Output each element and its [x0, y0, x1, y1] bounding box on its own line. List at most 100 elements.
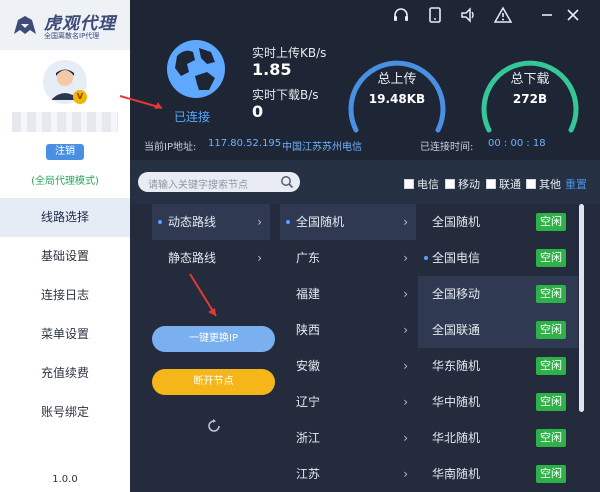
- region-label: 全国随机: [296, 215, 345, 229]
- sidebar-item-basic-settings[interactable]: 基础设置: [0, 237, 130, 276]
- route-type-label: 静态路线: [168, 251, 217, 265]
- refresh-icon[interactable]: [206, 418, 222, 434]
- region-label: 安徽: [296, 359, 321, 373]
- isp-checkbox-mobile[interactable]: 移动: [445, 176, 480, 192]
- region-label: 陕西: [296, 323, 321, 337]
- list-item[interactable]: 全国移动 空闲: [418, 276, 578, 312]
- node-label: 华北随机: [432, 431, 481, 445]
- tablet-icon[interactable]: [426, 6, 444, 24]
- list-item[interactable]: 动态路线 ›: [152, 204, 270, 240]
- warning-icon[interactable]: [493, 6, 513, 24]
- total-download-gauge: [481, 60, 579, 133]
- sidebar-item-menu-settings[interactable]: 菜单设置: [0, 315, 130, 354]
- globe-icon: [167, 40, 225, 98]
- connection-status: 已连接: [174, 110, 211, 124]
- download-speed-value: 0: [252, 102, 264, 121]
- upload-speed-value: 1.85: [252, 60, 292, 79]
- isp-label: 联通: [499, 178, 521, 191]
- change-ip-button[interactable]: 一键更换IP: [152, 326, 275, 352]
- isp-checkbox-other[interactable]: 其他: [526, 176, 561, 192]
- headset-icon[interactable]: [392, 6, 410, 24]
- sidebar-item-route-select[interactable]: 线路选择: [0, 198, 130, 237]
- chevron-right-icon: ›: [403, 251, 408, 265]
- selected-dot-icon: [286, 220, 290, 224]
- isp-checkbox-telecom[interactable]: 电信: [404, 176, 439, 192]
- disconnect-button[interactable]: 断开节点: [152, 369, 275, 395]
- status-badge: 空闲: [536, 213, 566, 231]
- checkbox-icon: [526, 179, 536, 189]
- reset-link[interactable]: 重置: [565, 176, 587, 192]
- search-input[interactable]: 请输入关键字搜索节点: [138, 172, 300, 192]
- isp-label: 移动: [458, 178, 480, 191]
- total-download-label: 总下载: [510, 72, 550, 87]
- sidebar-item-connection-log[interactable]: 连接日志: [0, 276, 130, 315]
- region-label: 辽宁: [296, 395, 321, 409]
- list-item[interactable]: 华中随机 空闲: [418, 384, 578, 420]
- checkbox-icon: [445, 179, 455, 189]
- total-upload-gauge: [348, 60, 446, 133]
- isp-label: 电信: [417, 178, 439, 191]
- list-item[interactable]: 辽宁 ›: [280, 384, 416, 420]
- isp-checkbox-unicom[interactable]: 联通: [486, 176, 521, 192]
- status-badge: 空闲: [536, 285, 566, 303]
- list-item[interactable]: 全国随机 空闲: [418, 204, 578, 240]
- checkbox-icon: [404, 179, 414, 189]
- sound-icon[interactable]: [460, 6, 478, 24]
- list-item[interactable]: 全国联通 空闲: [418, 312, 578, 348]
- list-item[interactable]: 安徽 ›: [280, 348, 416, 384]
- list-item[interactable]: 全国电信 空闲: [418, 240, 578, 276]
- annotation-arrow-icon: [189, 273, 217, 317]
- status-badge: 空闲: [536, 429, 566, 447]
- connected-time-label: 已连接时间:: [420, 142, 474, 153]
- list-item[interactable]: 浙江 ›: [280, 420, 416, 456]
- username-blurred: [12, 112, 118, 132]
- connected-time-value: 00 : 00 : 18: [488, 138, 546, 149]
- list-item[interactable]: 陕西 ›: [280, 312, 416, 348]
- download-speed-label: 实时下载B/s: [252, 88, 319, 102]
- list-item[interactable]: 静态路线 ›: [152, 240, 270, 276]
- proxy-mode-label: (全局代理模式): [31, 176, 99, 187]
- status-badge: 空闲: [536, 465, 566, 483]
- list-item[interactable]: 广东 ›: [280, 240, 416, 276]
- chevron-right-icon: ›: [403, 323, 408, 337]
- sidebar-nav: 线路选择 基础设置 连接日志 菜单设置 充值续费 账号绑定: [0, 198, 130, 432]
- sidebar-item-account-binding[interactable]: 账号绑定: [0, 393, 130, 432]
- node-label: 华东随机: [432, 359, 481, 373]
- list-item[interactable]: 江苏 ›: [280, 456, 416, 492]
- close-icon[interactable]: [564, 6, 582, 24]
- status-badge: 空闲: [536, 393, 566, 411]
- logout-button[interactable]: 注销: [46, 144, 84, 160]
- region-list: 全国随机 › 广东 › 福建 › 陕西 › 安徽 › 辽宁 › 浙江 › 江苏 ›: [280, 204, 416, 492]
- app-subtitle: 全国离散名IP代理: [44, 32, 100, 40]
- checkbox-icon: [486, 179, 496, 189]
- total-download-value: 272B: [512, 92, 548, 106]
- sidebar-item-recharge[interactable]: 充值续费: [0, 354, 130, 393]
- chevron-right-icon: ›: [403, 359, 408, 373]
- node-label: 华南随机: [432, 467, 481, 481]
- search-placeholder: 请输入关键字搜索节点: [148, 180, 248, 191]
- minimize-icon[interactable]: [538, 6, 556, 24]
- vip-badge: V: [73, 90, 87, 104]
- list-item[interactable]: 华东随机 空闲: [418, 348, 578, 384]
- route-type-label: 动态路线: [168, 215, 217, 229]
- list-item[interactable]: 福建 ›: [280, 276, 416, 312]
- total-upload-label: 总上传: [377, 72, 417, 87]
- list-item[interactable]: 全国随机 ›: [280, 204, 416, 240]
- chevron-right-icon: ›: [403, 215, 408, 229]
- node-label: 全国联通: [432, 323, 481, 337]
- status-badge: 空闲: [536, 249, 566, 267]
- node-label: 全国随机: [432, 215, 481, 229]
- list-item[interactable]: 华南随机 空闲: [418, 456, 578, 492]
- node-label: 华中随机: [432, 395, 481, 409]
- scrollbar[interactable]: [579, 204, 584, 412]
- isp-label: 其他: [539, 178, 561, 191]
- chevron-right-icon: ›: [403, 395, 408, 409]
- search-icon[interactable]: [280, 175, 294, 189]
- chevron-right-icon: ›: [257, 251, 262, 265]
- list-item[interactable]: 华北随机 空闲: [418, 420, 578, 456]
- selected-dot-icon: [158, 220, 162, 224]
- region-label: 江苏: [296, 467, 321, 481]
- status-panel: 已连接 实时上传KB/s 1.85 实时下载B/s 0 总上传 19.48KB …: [130, 0, 600, 160]
- node-list: 全国随机 空闲 全国电信 空闲 全国移动 空闲 全国联通 空闲 华东随机 空闲 华中随机空…: [418, 204, 578, 492]
- region-label: 浙江: [296, 431, 321, 445]
